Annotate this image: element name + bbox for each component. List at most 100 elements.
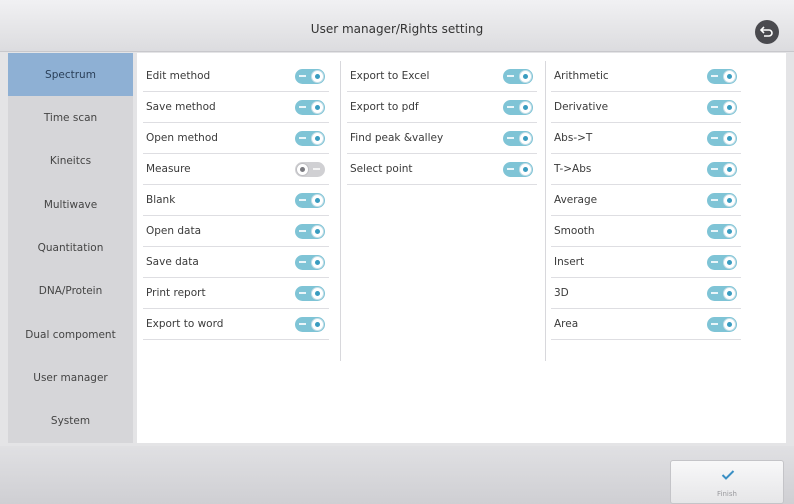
column-divider [545, 61, 546, 361]
right-toggle[interactable] [295, 255, 325, 270]
right-label: Arithmetic [554, 70, 609, 82]
right-label: Area [554, 318, 579, 330]
right-toggle[interactable] [707, 255, 737, 270]
right-toggle[interactable] [707, 317, 737, 332]
toggle-track-mark [711, 230, 718, 232]
right-row: Export to pdf [347, 92, 537, 123]
toggle-knob [723, 163, 736, 176]
right-row: Export to word [143, 309, 329, 340]
right-toggle[interactable] [503, 162, 533, 177]
right-toggle[interactable] [295, 100, 325, 115]
right-toggle[interactable] [503, 69, 533, 84]
sidebar-item-quantitation[interactable]: Quantitation [8, 226, 133, 269]
right-label: Average [554, 194, 598, 206]
toggle-knob [519, 132, 532, 145]
toggle-knob [519, 70, 532, 83]
toggle-track-mark [711, 199, 718, 201]
title-bar: User manager/Rights setting [0, 0, 794, 52]
right-toggle[interactable] [707, 100, 737, 115]
right-toggle[interactable] [707, 286, 737, 301]
back-arrow-icon [760, 26, 773, 37]
checkmark-icon [721, 470, 735, 480]
right-toggle[interactable] [707, 69, 737, 84]
toggle-track-mark [507, 106, 514, 108]
sidebar-item-user-manager[interactable]: User manager [8, 356, 133, 399]
sidebar-item-dna-protein[interactable]: DNA/Protein [8, 270, 133, 313]
toggle-knob [311, 101, 324, 114]
right-label: Blank [146, 194, 176, 206]
page-title: User manager/Rights setting [310, 22, 484, 36]
right-row: Abs->T [551, 123, 741, 154]
right-toggle[interactable] [295, 69, 325, 84]
right-label: Abs->T [554, 132, 593, 144]
right-toggle[interactable] [295, 162, 325, 177]
right-row: Save method [143, 92, 329, 123]
toggle-knob [723, 225, 736, 238]
rights-panel: Edit method Save method Open method Measure… [137, 53, 786, 443]
right-toggle[interactable] [295, 193, 325, 208]
right-toggle[interactable] [707, 131, 737, 146]
toggle-track-mark [299, 199, 306, 201]
right-row: Edit method [143, 61, 329, 92]
toggle-knob [519, 163, 532, 176]
sidebar-item-time-scan[interactable]: Time scan [8, 96, 133, 139]
toggle-track-mark [507, 168, 514, 170]
right-label: T->Abs [554, 163, 592, 175]
toggle-track-mark [711, 261, 718, 263]
right-row: Area [551, 309, 741, 340]
right-label: Print report [146, 287, 206, 299]
sidebar-item-spectrum[interactable]: Spectrum [8, 53, 133, 97]
toggle-knob [723, 132, 736, 145]
toggle-knob [723, 318, 736, 331]
right-row: Open data [143, 216, 329, 247]
right-toggle[interactable] [707, 162, 737, 177]
right-label: Open data [146, 225, 202, 237]
right-row: Insert [551, 247, 741, 278]
sidebar-item-dual-compoment[interactable]: Dual compoment [8, 313, 133, 356]
right-row: Measure [143, 154, 329, 185]
right-label: Save data [146, 256, 199, 268]
toggle-track-mark [299, 323, 306, 325]
toggle-knob [311, 318, 324, 331]
toggle-track-mark [299, 137, 306, 139]
right-label: Export to pdf [350, 101, 419, 113]
right-toggle[interactable] [503, 100, 533, 115]
toggle-track-mark [299, 230, 306, 232]
finish-label: Finish [717, 490, 737, 498]
right-label: Select point [350, 163, 413, 175]
toggle-knob [723, 101, 736, 114]
back-button[interactable] [755, 20, 779, 44]
finish-button[interactable]: Finish [670, 460, 784, 504]
right-row: Smooth [551, 216, 741, 247]
right-label: Smooth [554, 225, 595, 237]
sidebar-item-system[interactable]: System [8, 400, 133, 443]
toggle-track-mark [711, 168, 718, 170]
toggle-track-mark [313, 168, 320, 170]
toggle-knob [723, 70, 736, 83]
right-toggle[interactable] [295, 286, 325, 301]
right-toggle[interactable] [295, 224, 325, 239]
toggle-knob [519, 101, 532, 114]
right-row: Average [551, 185, 741, 216]
toggle-track-mark [299, 75, 306, 77]
footer-bar: Finish [0, 446, 794, 504]
right-toggle[interactable] [707, 224, 737, 239]
right-toggle[interactable] [503, 131, 533, 146]
right-row: 3D [551, 278, 741, 309]
toggle-track-mark [711, 292, 718, 294]
right-label: Edit method [146, 70, 211, 82]
right-row: Blank [143, 185, 329, 216]
sidebar-item-kineitcs[interactable]: Kineitcs [8, 140, 133, 183]
right-toggle[interactable] [707, 193, 737, 208]
toggle-knob [723, 287, 736, 300]
right-toggle[interactable] [295, 317, 325, 332]
right-label: Export to word [146, 318, 224, 330]
right-row: Select point [347, 154, 537, 185]
toggle-knob [311, 225, 324, 238]
sidebar-item-multiwave[interactable]: Multiwave [8, 183, 133, 226]
right-label: Save method [146, 101, 216, 113]
right-toggle[interactable] [295, 131, 325, 146]
toggle-knob [311, 256, 324, 269]
right-row: Arithmetic [551, 61, 741, 92]
toggle-track-mark [711, 75, 718, 77]
